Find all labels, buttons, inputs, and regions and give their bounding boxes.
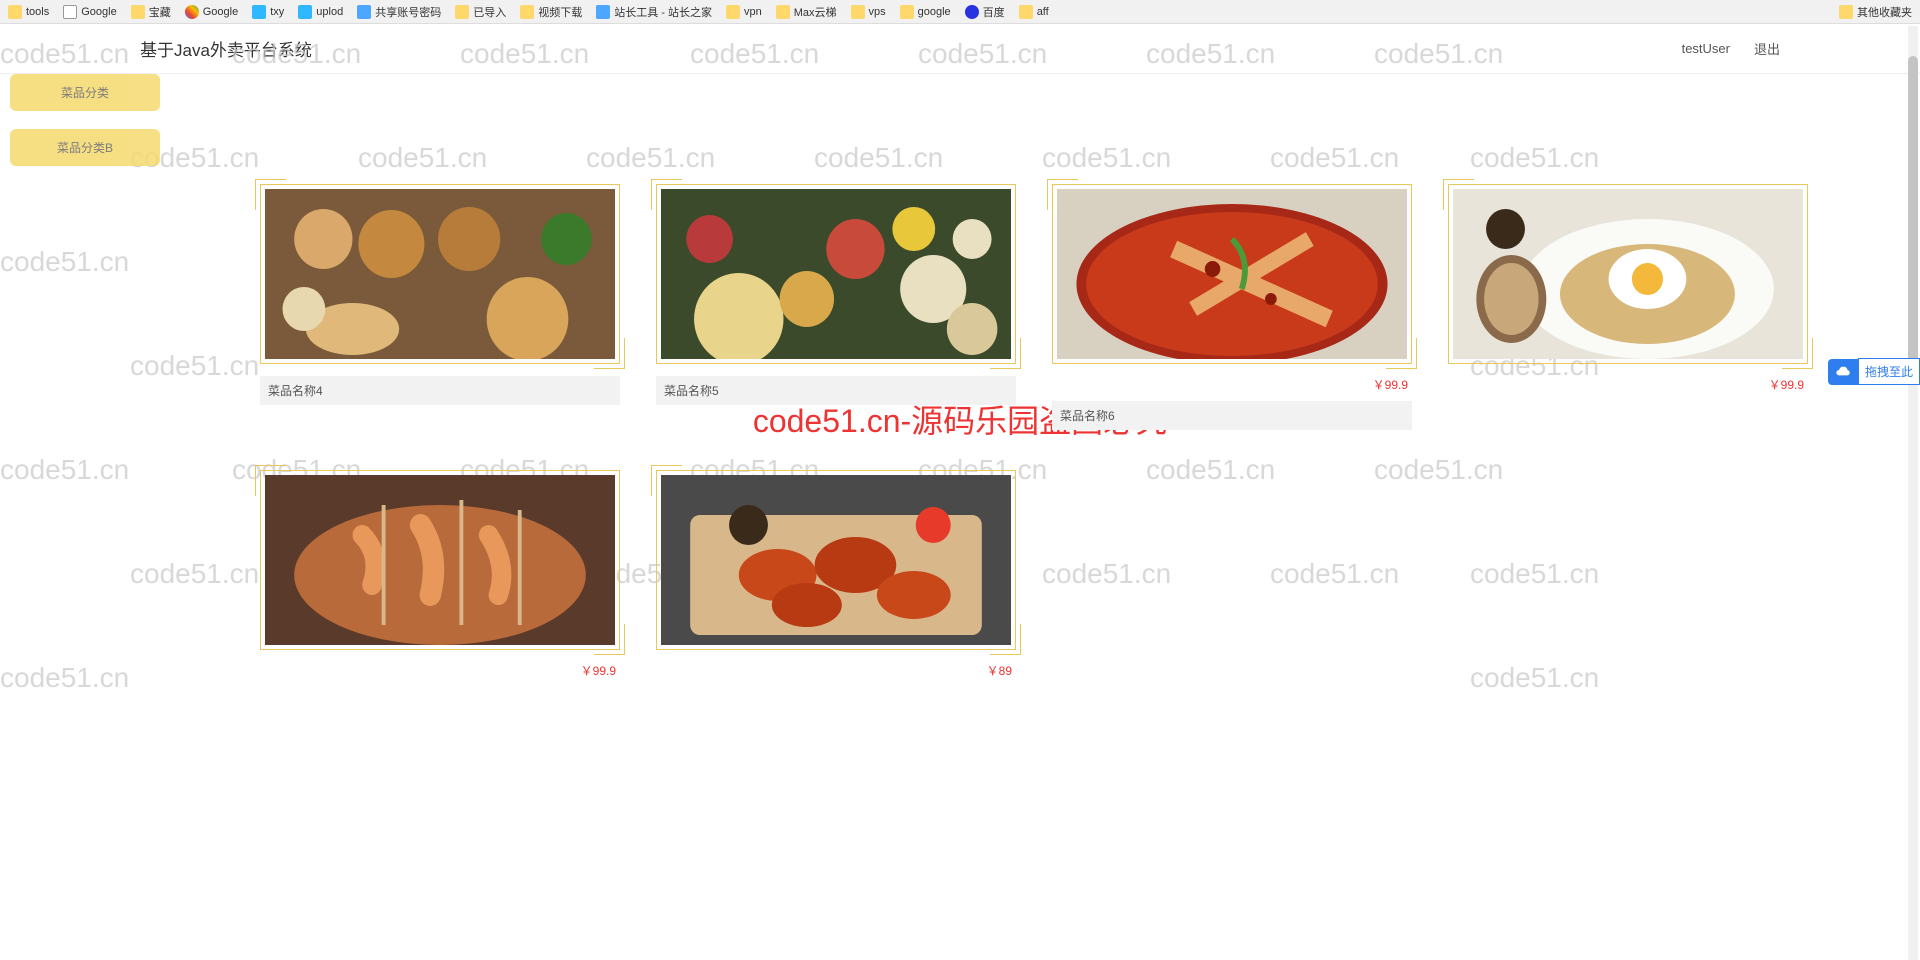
upload-icon	[298, 5, 312, 19]
cloud-icon	[252, 5, 266, 19]
bookmark-baozang[interactable]: 宝藏	[131, 4, 171, 20]
dish-image	[1057, 189, 1407, 359]
baidu-icon	[965, 5, 979, 19]
dish-card[interactable]: ￥89	[656, 470, 1016, 679]
dish-image-frame	[656, 184, 1016, 364]
bookmark-left: tools Google 宝藏 Google txy uplod 共享账号密码 …	[8, 4, 1049, 20]
page-icon	[63, 5, 77, 19]
bookmark-google-page[interactable]: Google	[63, 5, 116, 19]
bookmark-bar: tools Google 宝藏 Google txy uplod 共享账号密码 …	[0, 0, 1920, 24]
dish-card[interactable]: 菜品名称4	[260, 184, 620, 430]
dish-image	[1453, 189, 1803, 359]
dish-price: ￥99.9	[260, 662, 620, 679]
dish-price: ￥99.9	[1448, 376, 1808, 393]
dish-price: ￥99.9	[1052, 376, 1412, 393]
dish-grid: 菜品名称4 菜品名称5	[260, 184, 1820, 679]
share-icon	[357, 5, 371, 19]
dish-card[interactable]: ￥99.9	[1448, 184, 1808, 430]
dish-image	[661, 189, 1011, 359]
dish-image	[265, 475, 615, 645]
bookmark-share-account[interactable]: 共享账号密码	[357, 4, 441, 20]
app-title: 基于Java外卖平台系统	[140, 36, 312, 61]
site-icon	[596, 5, 610, 19]
category-button-2[interactable]: 菜品分类B	[10, 129, 160, 166]
folder-icon	[851, 5, 865, 19]
logout-link[interactable]: 退出	[1754, 39, 1780, 58]
dish-name: 菜品名称5	[656, 376, 1016, 405]
folder-icon	[131, 5, 145, 19]
header-right: testUser 退出	[1682, 39, 1780, 58]
bookmark-baidu[interactable]: 百度	[965, 4, 1005, 20]
sidebar: 菜品分类 菜品分类B	[0, 74, 170, 719]
cloud-link-icon	[1828, 359, 1858, 385]
dish-image	[265, 189, 615, 359]
dish-name: 菜品名称4	[260, 376, 620, 405]
dish-image-frame	[260, 470, 620, 650]
dish-card[interactable]: ￥99.9	[260, 470, 620, 679]
folder-icon	[900, 5, 914, 19]
google-icon	[185, 5, 199, 19]
folder-icon	[726, 5, 740, 19]
bookmark-uplod[interactable]: uplod	[298, 5, 343, 19]
bookmark-google-folder[interactable]: google	[900, 5, 951, 19]
folder-icon	[1019, 5, 1033, 19]
bookmark-imported[interactable]: 已导入	[455, 4, 506, 20]
bookmark-video-download[interactable]: 视频下载	[520, 4, 582, 20]
dish-name: 菜品名称6	[1052, 401, 1412, 430]
folder-icon	[8, 5, 22, 19]
folder-icon	[776, 5, 790, 19]
folder-icon	[455, 5, 469, 19]
scrollbar-thumb[interactable]	[1908, 56, 1918, 376]
dish-image-frame	[1448, 184, 1808, 364]
dish-image-frame	[260, 184, 620, 364]
category-button-1[interactable]: 菜品分类	[10, 74, 160, 111]
dish-image-frame	[656, 470, 1016, 650]
dish-card[interactable]: ￥99.9 菜品名称6	[1052, 184, 1412, 430]
bookmark-max[interactable]: Max云梯	[776, 4, 837, 20]
folder-icon	[1839, 5, 1853, 19]
dish-card[interactable]: 菜品名称5	[656, 184, 1016, 430]
folder-icon	[520, 5, 534, 19]
content-area: 菜品名称4 菜品名称5	[170, 74, 1920, 719]
dish-price: ￥89	[656, 662, 1016, 679]
bookmark-tools[interactable]: tools	[8, 5, 49, 19]
dish-image-frame	[1052, 184, 1412, 364]
bookmark-aff[interactable]: aff	[1019, 5, 1049, 19]
scrollbar[interactable]	[1908, 26, 1918, 960]
bookmark-vps[interactable]: vps	[851, 5, 886, 19]
username-link[interactable]: testUser	[1682, 41, 1730, 56]
bookmark-txy[interactable]: txy	[252, 5, 284, 19]
app-header: 基于Java外卖平台系统 testUser 退出	[0, 24, 1920, 74]
bookmark-google[interactable]: Google	[185, 5, 238, 19]
bookmark-vpn[interactable]: vpn	[726, 5, 762, 19]
bookmark-zhanzhang[interactable]: 站长工具 - 站长之家	[596, 4, 712, 20]
bookmark-other[interactable]: 其他收藏夹	[1839, 4, 1912, 20]
dish-image	[661, 475, 1011, 645]
drag-badge-text: 拖拽至此	[1858, 358, 1920, 385]
drag-badge[interactable]: 拖拽至此	[1828, 358, 1920, 385]
